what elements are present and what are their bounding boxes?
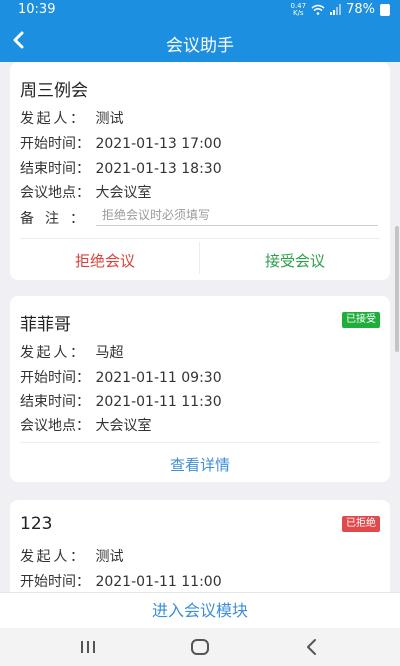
initiator-label: 发起人： <box>20 549 84 565</box>
net-speed: 0.47 K/s <box>291 2 307 17</box>
divider <box>20 238 380 239</box>
initiator-row: 发起人： 马超 <box>20 342 123 362</box>
wifi-icon <box>311 4 325 15</box>
meeting-title: 菲菲哥 <box>20 315 71 335</box>
initiator-value: 马超 <box>95 345 124 361</box>
location-label: 会议地点： <box>20 185 90 201</box>
end-time-row: 结束时间： 2021-01-13 18:30 <box>20 158 222 178</box>
recents-icon <box>81 641 95 653</box>
signal-icon <box>330 4 342 15</box>
divider <box>20 442 380 443</box>
start-time-row: 开始时间： 2021-01-11 11:00 <box>20 571 222 591</box>
system-nav-bar <box>0 628 400 666</box>
battery-text: 78% <box>346 2 375 17</box>
end-time-label: 结束时间： <box>20 394 90 410</box>
start-time-value: 2021-01-11 09:30 <box>95 370 222 386</box>
initiator-value: 测试 <box>95 111 124 127</box>
home-button[interactable] <box>170 632 230 662</box>
meeting-title: 123 <box>20 514 53 534</box>
initiator-row: 发起人： 测试 <box>20 546 123 566</box>
app-bar: 会议助手 <box>0 20 400 62</box>
remark-input[interactable] <box>96 204 378 226</box>
start-time-label: 开始时间： <box>20 574 90 590</box>
nav-back-icon <box>307 639 316 655</box>
battery-icon <box>380 3 390 16</box>
status-bar: 10:39 0.47 K/s 78% <box>0 0 400 20</box>
location-value: 大会议室 <box>95 418 152 434</box>
initiator-row: 发起人： 测试 <box>20 108 123 128</box>
start-time-row: 开始时间： 2021-01-13 17:00 <box>20 133 222 153</box>
location-label: 会议地点： <box>20 418 90 434</box>
recents-button[interactable] <box>58 632 118 662</box>
start-time-value: 2021-01-11 11:00 <box>95 574 222 590</box>
location-row: 会议地点： 大会议室 <box>20 182 151 202</box>
end-time-row: 结束时间： 2021-01-11 11:30 <box>20 391 222 411</box>
meeting-list[interactable]: 周三例会 发起人： 测试 开始时间： 2021-01-13 17:00 结束时间… <box>0 62 400 592</box>
status-badge-rejected: 已拒绝 <box>342 516 380 532</box>
net-speed-unit: K/s <box>292 8 304 17</box>
location-row: 会议地点： 大会议室 <box>20 415 151 435</box>
accept-meeting-button[interactable]: 接受会议 <box>200 250 390 271</box>
nav-back-button[interactable] <box>282 632 342 662</box>
status-time: 10:39 <box>18 2 56 17</box>
initiator-label: 发起人： <box>20 345 84 361</box>
end-time-value: 2021-01-13 18:30 <box>95 161 222 177</box>
start-time-label: 开始时间： <box>20 370 90 386</box>
start-time-label: 开始时间： <box>20 136 90 152</box>
initiator-value: 测试 <box>95 549 124 565</box>
location-value: 大会议室 <box>95 185 152 201</box>
initiator-label: 发起人： <box>20 111 84 127</box>
view-details-button[interactable]: 查看详情 <box>10 454 390 475</box>
reject-meeting-button[interactable]: 拒绝会议 <box>10 250 200 271</box>
meeting-card: 123 已拒绝 发起人： 测试 开始时间： 2021-01-11 11:00 <box>10 500 390 592</box>
status-badge-accepted: 已接受 <box>342 312 380 328</box>
end-time-label: 结束时间： <box>20 161 90 177</box>
status-right-group: 0.47 K/s 78% <box>291 2 390 17</box>
scrollbar-thumb[interactable] <box>395 226 399 352</box>
enter-meeting-module-button[interactable]: 进入会议模块 <box>0 592 400 628</box>
start-time-row: 开始时间： 2021-01-11 09:30 <box>20 367 222 387</box>
start-time-value: 2021-01-13 17:00 <box>95 136 222 152</box>
meeting-card: 周三例会 发起人： 测试 开始时间： 2021-01-13 17:00 结束时间… <box>10 62 390 280</box>
end-time-value: 2021-01-11 11:30 <box>95 394 222 410</box>
page-title: 会议助手 <box>166 36 234 56</box>
meeting-title: 周三例会 <box>20 81 88 101</box>
meeting-card: 菲菲哥 已接受 发起人： 马超 开始时间： 2021-01-11 09:30 结… <box>10 296 390 482</box>
remark-row: 备注： <box>20 208 91 228</box>
home-icon <box>191 639 209 655</box>
remark-label: 备注： <box>20 211 84 227</box>
